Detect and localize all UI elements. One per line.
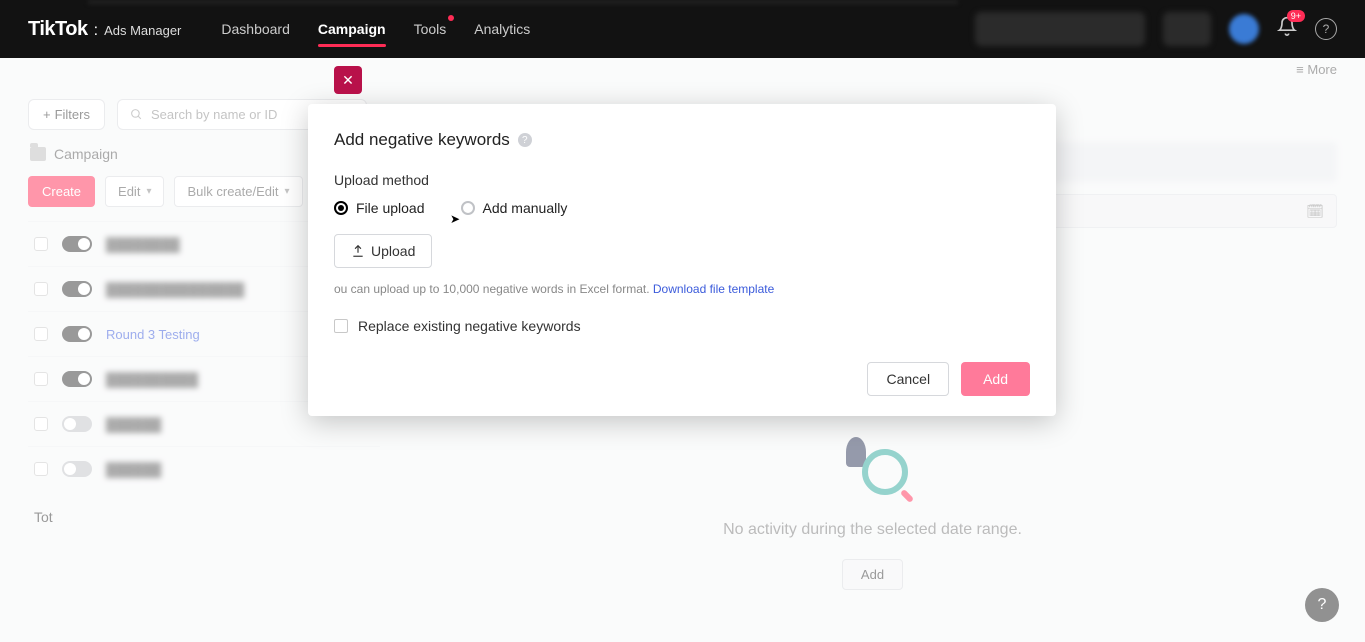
close-icon: ✕ (342, 72, 354, 89)
toggle[interactable] (62, 281, 92, 297)
radio-label: File upload (356, 200, 425, 216)
upload-method-group: File upload Add manually (334, 200, 1030, 216)
modal-title-text: Add negative keywords (334, 130, 510, 150)
nav-dashboard[interactable]: Dashboard (221, 1, 290, 57)
calendar-icon: 🗓 (1306, 203, 1324, 220)
upload-button[interactable]: Upload (334, 234, 432, 268)
radio-add-manually[interactable]: Add manually (461, 200, 568, 216)
create-button[interactable]: Create (28, 176, 95, 207)
checkbox[interactable] (34, 237, 48, 251)
replace-label: Replace existing negative keywords (358, 318, 581, 334)
nav-analytics[interactable]: Analytics (474, 1, 530, 57)
checkbox[interactable] (34, 327, 48, 341)
filters-button[interactable]: + Filters (28, 99, 105, 130)
help-icon[interactable]: ? (518, 133, 532, 147)
notifications-button[interactable]: 9+ (1277, 16, 1297, 42)
checkbox[interactable] (34, 282, 48, 296)
search-placeholder: Search by name or ID (151, 107, 277, 122)
checkbox-icon[interactable] (334, 319, 348, 333)
radio-icon (461, 201, 475, 215)
cancel-button[interactable]: Cancel (867, 362, 949, 396)
row-name: ██████ (106, 462, 161, 477)
row-name: Round 3 Testing (106, 327, 200, 342)
nav-tools-label: Tools (414, 21, 447, 37)
top-nav: TikTok : Ads Manager Dashboard Campaign … (0, 0, 1365, 58)
more-label: More (1307, 62, 1337, 77)
table-row[interactable]: ██████ (28, 446, 380, 491)
hint-text: ou can upload up to 10,000 negative word… (334, 282, 653, 296)
toggle[interactable] (62, 461, 92, 477)
toggle[interactable] (62, 371, 92, 387)
close-button[interactable]: ✕ (334, 66, 362, 94)
header-right: 9+ ? (975, 12, 1337, 46)
upload-method-label: Upload method (334, 172, 1030, 188)
checkbox[interactable] (34, 462, 48, 476)
folder-icon (30, 147, 46, 161)
toggle[interactable] (62, 236, 92, 252)
add-negative-keywords-modal: Add negative keywords ? Upload method Fi… (308, 104, 1056, 416)
checkbox[interactable] (34, 417, 48, 431)
brand-dot: : (94, 22, 98, 40)
chevron-down-icon: ▾ (285, 186, 290, 197)
account-selector[interactable] (975, 12, 1145, 46)
brand-product: Ads Manager (104, 23, 181, 38)
upload-hint: ou can upload up to 10,000 negative word… (334, 282, 1030, 296)
empty-message: No activity during the selected date ran… (408, 521, 1337, 539)
notification-dot-icon (448, 15, 454, 21)
edit-button[interactable]: Edit ▾ (105, 176, 164, 207)
nav-tools[interactable]: Tools (414, 1, 447, 57)
row-name: ██████████ (106, 372, 198, 387)
nav-campaign[interactable]: Campaign (318, 1, 386, 57)
add-button[interactable]: Add (961, 362, 1030, 396)
modal-title: Add negative keywords ? (334, 130, 1030, 150)
radio-file-upload[interactable]: File upload (334, 200, 425, 216)
checkbox[interactable] (34, 372, 48, 386)
row-name: ███████████████ (106, 282, 244, 297)
header-button[interactable] (1163, 12, 1211, 46)
upload-icon (351, 244, 365, 258)
more-row: ≡ More (0, 58, 1365, 81)
toggle[interactable] (62, 326, 92, 342)
brand-name: TikTok (28, 18, 88, 41)
brand-logo[interactable]: TikTok : Ads Manager (28, 18, 181, 41)
more-link[interactable]: ≡ More (1296, 62, 1337, 77)
floating-help-button[interactable]: ? (1305, 588, 1339, 622)
empty-illustration (838, 433, 908, 503)
toggle[interactable] (62, 416, 92, 432)
upload-label: Upload (371, 243, 415, 259)
main-nav: Dashboard Campaign Tools Analytics (221, 1, 530, 57)
empty-add-button[interactable]: Add (842, 559, 903, 590)
row-name: ██████ (106, 417, 161, 432)
chevron-down-icon: ▾ (146, 186, 151, 197)
edit-label: Edit (118, 184, 140, 199)
search-icon (130, 108, 143, 121)
totals-row: Tot (28, 491, 380, 543)
download-template-link[interactable]: Download file template (653, 282, 774, 296)
plus-icon: + (43, 107, 51, 122)
avatar[interactable] (1229, 14, 1259, 44)
bulk-edit-button[interactable]: Bulk create/Edit ▾ (174, 176, 302, 207)
radio-label: Add manually (483, 200, 568, 216)
bulk-label: Bulk create/Edit (187, 184, 278, 199)
modal-footer: Cancel Add (334, 362, 1030, 396)
help-button[interactable]: ? (1315, 18, 1337, 40)
campaign-title: Campaign (54, 146, 118, 162)
radio-icon (334, 201, 348, 215)
filters-label: Filters (55, 107, 90, 122)
row-name: ████████ (106, 237, 180, 252)
notification-count: 9+ (1287, 10, 1305, 22)
replace-checkbox-row[interactable]: Replace existing negative keywords (334, 318, 1030, 334)
help-icon: ? (1318, 596, 1327, 614)
